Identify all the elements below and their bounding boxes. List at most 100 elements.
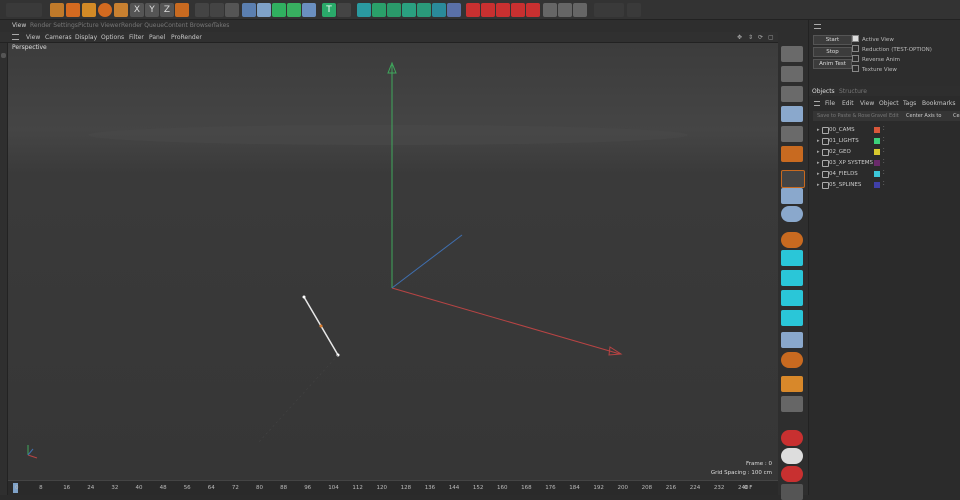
scale-icon[interactable] [82,3,96,17]
expand-icon[interactable]: ▸ [817,149,820,155]
visibility-dots-icon[interactable]: ⁚ [883,159,885,165]
sphere-icon[interactable] [781,352,803,368]
maximize-view-icon[interactable]: ▢ [768,34,774,41]
redshift-light-icon[interactable] [481,3,495,17]
tab-picture-viewer[interactable]: Picture Viewer [78,22,121,29]
undo-redo-icon[interactable] [6,3,42,17]
expand-icon[interactable]: ▸ [817,127,820,133]
layer-color-swatch[interactable] [874,149,880,155]
active-view-checkbox[interactable] [852,35,859,42]
lock-grid-icon[interactable] [781,332,803,348]
xp-forces-icon[interactable] [372,3,386,17]
layout-icon[interactable] [627,3,641,17]
expand-icon[interactable]: ▸ [817,171,820,177]
viewport-menu-display[interactable]: Display [75,34,97,41]
list-item[interactable]: ▸ 04_FIELDS ⁚ [809,169,960,179]
perspective-viewport[interactable]: Perspective Frame : 0 Grid Spacing : 100… [8,43,778,480]
viewport-menu-prorender[interactable]: ProRender [171,34,202,41]
text-icon[interactable]: T [322,3,336,17]
visibility-dots-icon[interactable]: ⁚ [883,181,885,187]
xp-corner-icon[interactable] [781,250,803,266]
deformer-icon[interactable] [302,3,316,17]
record-icon[interactable] [781,430,803,446]
reduction-checkbox[interactable] [852,45,859,52]
eye-icon[interactable] [781,396,803,412]
object-name[interactable]: 02_GEO [829,149,851,155]
xp-modifiers-icon[interactable] [402,3,416,17]
objects-menu-bookmarks[interactable]: Bookmarks [922,100,956,107]
select-arrow-icon[interactable] [50,3,64,17]
visibility-dots-icon[interactable]: ⁚ [883,126,885,132]
viewport-menu-options[interactable]: Options [101,34,124,41]
start-button[interactable]: Start [813,35,852,45]
project-info-icon[interactable] [594,3,624,17]
tab-structure[interactable]: Structure [839,88,867,95]
redshift-material-icon[interactable] [496,3,510,17]
center-axis-button[interactable]: Center Axis to [906,113,941,119]
gravel-edit-button[interactable]: Gravel Edit [871,113,899,119]
option-reverse-anim[interactable]: Reverse Anim [852,55,900,63]
object-name[interactable]: 05_SPLINES [829,182,861,188]
objects-menu-icon[interactable] [814,101,820,106]
layer-color-swatch[interactable] [874,182,880,188]
camera-icon[interactable] [558,3,572,17]
tab-view[interactable]: View [12,22,26,29]
zoom-view-icon[interactable]: ⇕ [748,34,753,41]
visibility-dots-icon[interactable]: ⁚ [883,148,885,154]
point-mode-icon[interactable] [781,146,803,162]
y-axis-lock-icon[interactable]: Y [145,3,159,17]
viewport-menu-filter[interactable]: Filter [129,34,144,41]
list-item[interactable]: ▸ 03_XP SYSTEMS ⁚ [809,158,960,168]
current-frame-field[interactable]: 0 F [744,485,752,491]
viewport-menu-view[interactable]: View [26,34,40,41]
objects-menu-file[interactable]: File [825,100,835,107]
tab-objects[interactable]: Objects [812,88,835,95]
expand-icon[interactable]: ▸ [817,182,820,188]
reverse-anim-checkbox[interactable] [852,55,859,62]
object-name[interactable]: 01_LIGHTS [829,138,859,144]
palette-grip-icon[interactable] [1,53,6,58]
xp-cache-icon[interactable] [432,3,446,17]
objects-menu-tags[interactable]: Tags [903,100,916,107]
tab-render-queue[interactable]: Render Queue [121,22,164,29]
save-paste-button[interactable]: Save to Paste & Rose [817,113,870,119]
anim-test-button[interactable]: Anim Test [813,59,852,69]
list-item[interactable]: ▸ 00_CAMS ⁚ [809,125,960,135]
pen-spline-icon[interactable] [257,3,271,17]
spline-point-start[interactable] [302,295,306,299]
layer-color-swatch[interactable] [874,171,880,177]
move-icon[interactable] [66,3,80,17]
rotate-icon[interactable] [98,3,112,17]
xp-double-icon[interactable] [781,310,803,326]
axis-mode-icon[interactable] [781,170,805,188]
rotate-view-icon[interactable]: ⟳ [758,34,763,41]
snap-icon[interactable] [781,206,803,222]
tweak-mode-icon[interactable] [781,188,803,204]
cloner-icon[interactable] [287,3,301,17]
expand-icon[interactable]: ▸ [817,160,820,166]
xp-generators-icon[interactable] [387,3,401,17]
z-axis-lock-icon[interactable]: Z [160,3,174,17]
expand-icon[interactable]: ▸ [817,138,820,144]
xp-emitter-icon[interactable] [357,3,371,17]
layer-color-swatch[interactable] [874,127,880,133]
tab-takes[interactable]: Takes [213,22,229,29]
objects-menu-edit[interactable]: Edit [842,100,854,107]
coordinate-system-icon[interactable] [175,3,189,17]
objects-menu-object[interactable]: Object [879,100,899,107]
hamburger-icon[interactable] [12,34,19,40]
viewport-menu-cameras[interactable]: Cameras [45,34,72,41]
bulb-icon[interactable] [573,3,587,17]
redshift-sky-icon[interactable] [526,3,540,17]
edge-mode-icon[interactable] [781,126,803,142]
option-texture-view[interactable]: Texture View [852,65,897,73]
object-name[interactable]: 03_XP SYSTEMS [829,160,873,166]
light-icon[interactable] [543,3,557,17]
key-icon[interactable] [781,448,803,464]
stop-button[interactable]: Stop [813,47,852,57]
objects-menu-view[interactable]: View [860,100,874,107]
model-mode-icon[interactable] [781,46,803,62]
polygon-mode-icon[interactable] [781,106,803,122]
timeline-icon[interactable] [781,484,803,500]
spline-axis-point[interactable] [319,324,323,328]
